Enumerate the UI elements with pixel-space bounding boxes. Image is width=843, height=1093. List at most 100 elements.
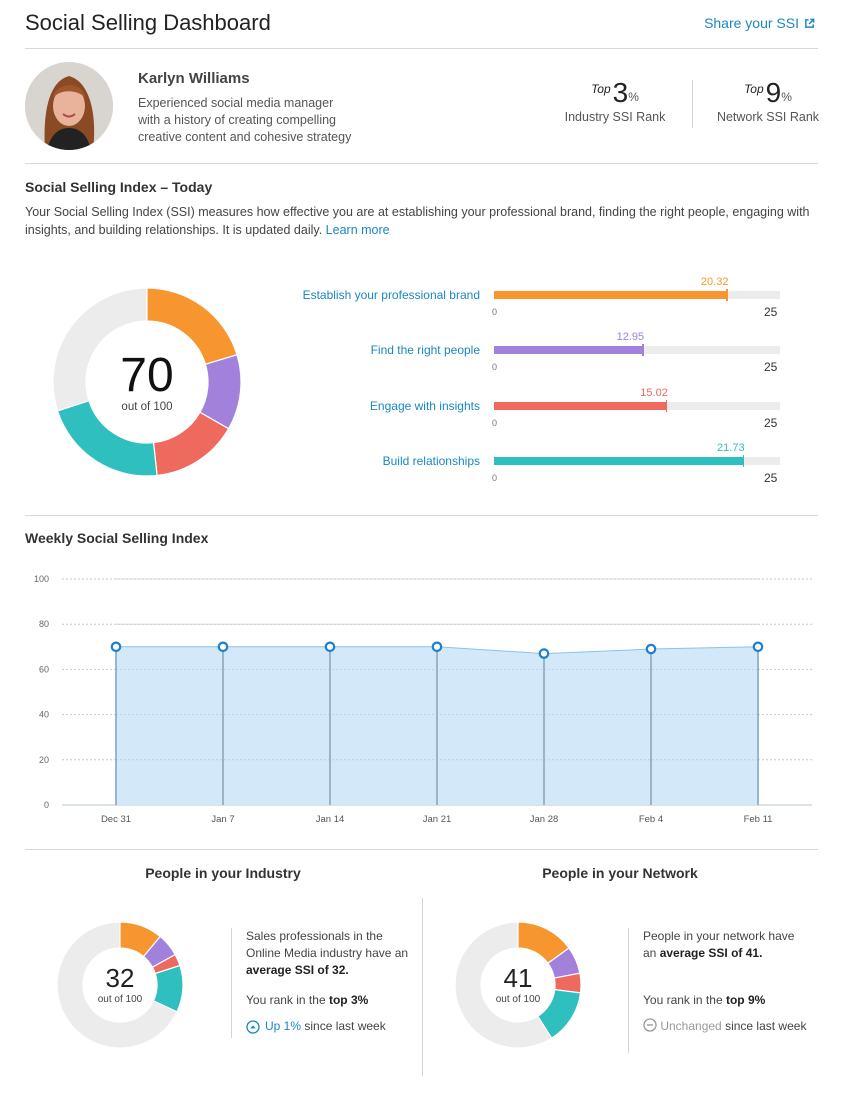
- component-label[interactable]: Establish your professional brand: [303, 288, 480, 302]
- component-min-label: 0: [492, 362, 498, 372]
- component-value: 12.95: [616, 331, 645, 343]
- page-title: Social Selling Dashboard: [25, 10, 271, 35]
- component-bar-fill: [494, 457, 743, 465]
- network-info: People in your network have an average S…: [643, 928, 808, 1035]
- share-ssi-link[interactable]: Share your SSI: [704, 15, 815, 31]
- rank-label: Network SSI Rank: [716, 110, 820, 124]
- industry-trend: Up 1% since last week: [246, 1018, 386, 1035]
- component-max-label: 25: [764, 360, 778, 374]
- rank-divider: [692, 80, 693, 128]
- x-tick-label: Jan 21: [423, 814, 452, 825]
- weekly-data-point: [645, 643, 657, 655]
- ssi-score: 70: [120, 348, 174, 402]
- component-bar-fill: [494, 402, 666, 410]
- avatar: [25, 62, 113, 150]
- profile-bio-line: with a history of creating compelling: [138, 113, 337, 127]
- component-bar-marker: [726, 289, 728, 301]
- component-bar-track: 12.95: [494, 331, 780, 356]
- profile-photo: [25, 62, 113, 150]
- industry-average: Sales professionals in the Online Media …: [246, 928, 416, 979]
- ssi-component-row: Build relationships 21.73 0 25: [290, 442, 790, 497]
- y-tick-label: 20: [39, 755, 49, 765]
- component-bar-marker: [665, 400, 668, 412]
- industry-rank-pre: You rank in the: [246, 993, 329, 1007]
- profile-bio: Experienced social media manager with a …: [138, 95, 378, 146]
- weekly-data-point: [752, 641, 764, 653]
- ssi-description: Your Social Selling Index (SSI) measures…: [25, 203, 815, 239]
- y-tick-label: 60: [39, 664, 49, 674]
- weekly-data-point: [217, 641, 229, 653]
- network-score: 41: [503, 963, 533, 993]
- network-trend: Unchanged since last week: [643, 1018, 808, 1035]
- ssi-out-of: out of 100: [121, 400, 173, 413]
- x-tick-label: Feb 11: [744, 814, 773, 825]
- arrow-up-circle-icon: [246, 1019, 260, 1034]
- y-tick-label: 80: [39, 619, 49, 629]
- industry-trend-label: Up 1%: [265, 1019, 302, 1033]
- learn-more-link[interactable]: Learn more: [326, 223, 390, 237]
- profile-bio-line: Experienced social media manager: [138, 96, 334, 110]
- rank-value: 9: [765, 77, 782, 108]
- industry-title: People in your Industry: [145, 865, 301, 881]
- minus-circle-icon: [643, 1018, 657, 1032]
- industry-trend-suffix: since last week: [301, 1019, 386, 1033]
- rank-value: 3: [612, 77, 629, 108]
- component-label[interactable]: Find the right people: [371, 343, 480, 357]
- component-bar-marker: [742, 455, 745, 467]
- component-max-label: 25: [764, 416, 778, 430]
- network-average: People in your network have an average S…: [643, 928, 808, 962]
- component-bar-track: 21.73: [494, 442, 780, 467]
- network-trend-label: Unchanged: [660, 1019, 722, 1033]
- x-tick-label: Jan 14: [316, 814, 345, 825]
- ssi-donut: 70 out of 100: [52, 287, 242, 477]
- weekly-data-point: [538, 648, 550, 659]
- bottom-center-divider: [422, 898, 423, 1076]
- weekly-ssi-chart: 0 20 40 60 80 100 Dec 31 Jan 7 Jan 14 Jan 21 Jan 2…: [34, 574, 812, 825]
- industry-rank-value: top 3%: [328, 993, 369, 1007]
- external-link-icon: [805, 18, 815, 28]
- weekly-divider: [25, 849, 818, 850]
- rank-suffix: %: [781, 90, 792, 104]
- component-bar-fill: [494, 346, 643, 354]
- rank-prefix: Top: [744, 82, 764, 96]
- ssi-component-row: Establish your professional brand 20.32 0 2…: [290, 276, 790, 331]
- weekly-title: Weekly Social Selling Index: [25, 530, 209, 546]
- component-bar-marker: [642, 344, 644, 356]
- industry-average-text: Sales professionals in the Online Media …: [246, 929, 409, 960]
- component-label[interactable]: Engage with insights: [370, 399, 480, 413]
- rank-prefix: Top: [591, 82, 611, 96]
- y-tick-label: 0: [44, 800, 49, 810]
- network-rank-pre: You rank in the: [643, 993, 726, 1007]
- weekly-data-point: [110, 641, 122, 653]
- network-rank-text: You rank in the top 9%: [643, 992, 808, 1009]
- network-info-divider: [628, 928, 629, 1053]
- ssi-today-title: Social Selling Index – Today: [25, 179, 213, 195]
- network-rank-value: top 9%: [725, 993, 766, 1007]
- industry-donut: 32 out of 100: [56, 921, 184, 1049]
- component-label[interactable]: Build relationships: [383, 454, 480, 468]
- component-bar-track: 15.02: [494, 387, 780, 412]
- industry-average-value: average SSI of 32.: [246, 963, 349, 977]
- x-tick-label: Jan 28: [530, 814, 559, 825]
- component-bar-track: 20.32: [494, 276, 780, 301]
- share-ssi-label: Share your SSI: [704, 15, 799, 31]
- today-divider: [25, 515, 818, 516]
- industry-rank-text: You rank in the top 3%: [246, 992, 416, 1009]
- ssi-component-row: Find the right people 12.95 0 25: [290, 331, 790, 386]
- header-divider: [25, 48, 818, 49]
- component-value: 21.73: [717, 442, 745, 454]
- component-min-label: 0: [492, 473, 498, 483]
- x-tick-label: Feb 4: [639, 814, 663, 825]
- ssi-component-row: Engage with insights 15.02 0 25: [290, 387, 790, 442]
- industry-info: Sales professionals in the Online Media …: [246, 928, 416, 1039]
- industry-info-divider: [231, 928, 232, 1038]
- network-out-of: out of 100: [495, 994, 541, 1005]
- network-title: People in your Network: [542, 865, 698, 881]
- profile-name: Karlyn Williams: [138, 70, 250, 87]
- component-max-label: 25: [764, 471, 778, 485]
- profile-bio-line: creative content and cohesive strategy: [138, 130, 352, 144]
- ssi-description-text: Your Social Selling Index (SSI) measures…: [25, 205, 810, 237]
- industry-score: 32: [105, 963, 135, 993]
- weekly-data-point: [324, 641, 336, 653]
- y-tick-label: 40: [39, 710, 49, 720]
